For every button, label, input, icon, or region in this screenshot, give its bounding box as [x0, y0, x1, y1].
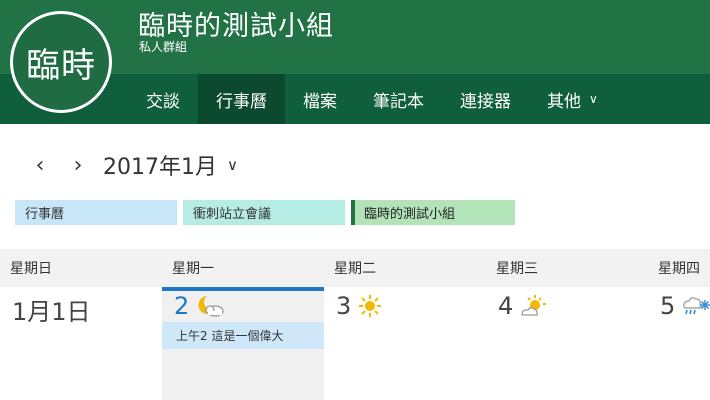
- group-privacy-label: 私人群組: [139, 40, 188, 54]
- calendar-chip-group[interactable]: 臨時的測試小組: [351, 200, 515, 225]
- tab-more[interactable]: 其他 ∨: [529, 74, 616, 124]
- tab-conversations[interactable]: 交談: [128, 74, 198, 124]
- month-label[interactable]: 2017年1月: [103, 149, 217, 181]
- tab-connectors[interactable]: 連接器: [442, 74, 529, 124]
- group-avatar[interactable]: 臨時: [10, 11, 112, 113]
- partly-cloudy-night-icon: [195, 294, 225, 318]
- calendar-chip-label: 衝刺站立會議: [193, 207, 272, 222]
- calendar-chip-label: 行事曆: [25, 207, 65, 222]
- day-number: 1月1日: [12, 298, 91, 326]
- weekday-monday: 星期一: [172, 261, 214, 277]
- tab-calendar[interactable]: 行事曆: [198, 74, 285, 124]
- tab-label: 連接器: [460, 91, 511, 112]
- calendar-chip-label: 臨時的測試小組: [364, 207, 456, 222]
- tab-notebook[interactable]: 筆記本: [355, 74, 442, 124]
- group-header: 臨時 臨時的測試小組 私人群組 交談 行事曆 檔案 筆記本 連接器 其他 ∨: [0, 0, 710, 124]
- day-number: 5: [660, 292, 676, 320]
- tab-label: 交談: [146, 91, 180, 112]
- sunny-icon: [357, 294, 383, 318]
- tab-label: 其他: [547, 91, 581, 112]
- calendar-event[interactable]: 上午2 這是一個偉大: [162, 322, 324, 349]
- next-month-button[interactable]: ›: [67, 153, 89, 178]
- day-cell-jan-3[interactable]: 3: [336, 292, 383, 320]
- day-cell-jan-1[interactable]: 1月1日: [12, 292, 91, 327]
- tab-files[interactable]: 檔案: [285, 74, 355, 124]
- weekday-tuesday: 星期二: [334, 261, 376, 277]
- rain-snow-icon: [681, 293, 710, 319]
- today-indicator: [162, 287, 324, 291]
- day-cell-jan-2[interactable]: 2: [174, 292, 225, 320]
- group-nav: 交談 行事曆 檔案 筆記本 連接器 其他 ∨: [128, 74, 616, 124]
- day-number: 3: [336, 292, 352, 320]
- event-title: 上午2 這是一個偉大: [176, 329, 284, 343]
- day-number: 4: [498, 292, 514, 320]
- month-navigation: ‹ › 2017年1月 ∨: [0, 148, 238, 182]
- day-cell-jan-4[interactable]: 4: [498, 292, 547, 320]
- previous-month-button[interactable]: ‹: [29, 153, 51, 178]
- weekday-thursday: 星期四: [658, 261, 700, 277]
- calendar-chip-standup[interactable]: 衝刺站立會議: [183, 200, 345, 225]
- tab-label: 行事曆: [216, 91, 267, 112]
- calendar-chip-calendar[interactable]: 行事曆: [15, 200, 177, 225]
- day-cell-jan-5[interactable]: 5: [660, 292, 710, 320]
- weekday-sunday: 星期日: [10, 261, 52, 277]
- day-number: 2: [174, 292, 190, 320]
- mostly-sunny-icon: [519, 294, 547, 318]
- tab-label: 檔案: [303, 91, 337, 112]
- chevron-down-icon: ∨: [589, 92, 598, 106]
- chevron-down-icon[interactable]: ∨: [227, 156, 238, 174]
- tab-label: 筆記本: [373, 91, 424, 112]
- weekday-wednesday: 星期三: [496, 261, 538, 277]
